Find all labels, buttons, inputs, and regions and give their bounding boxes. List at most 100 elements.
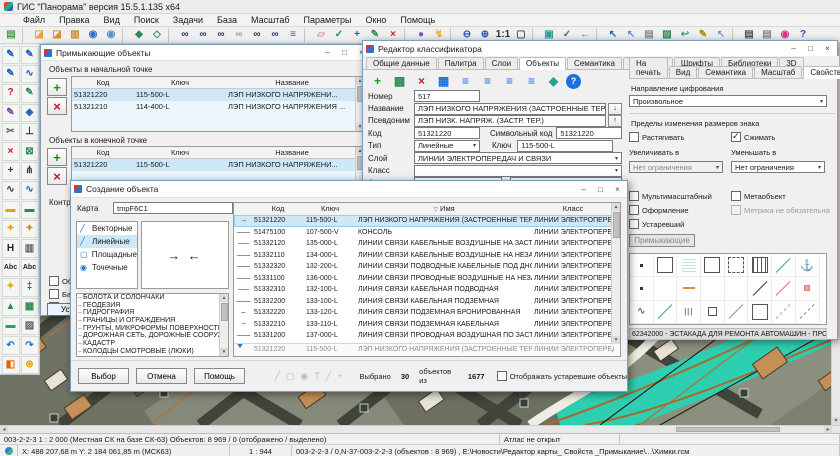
delete-start-object-button[interactable]: ×: [47, 97, 67, 115]
separator[interactable]: [304, 28, 310, 43]
tree-item[interactable]: ГИДРОГРАФИЯ: [77, 309, 220, 317]
key-field[interactable]: 115-500-L: [517, 140, 613, 152]
help-icon[interactable]: ?: [566, 74, 581, 89]
tab[interactable]: Палитра: [438, 57, 484, 69]
table-row[interactable]: – — 51332120 135-000-L ЛИНИИ СВЯЗИ КАБЕЛ…: [234, 238, 612, 250]
tree-item[interactable]: БОЛОТА И СОЛОНЧАКИ: [77, 294, 220, 302]
tab[interactable]: Свойства: [803, 66, 840, 79]
geometry-type-icon[interactable]: ▢: [286, 371, 295, 382]
crosshair-icon[interactable]: +: [2, 162, 20, 180]
pencil-create-icon[interactable]: ✎: [2, 46, 20, 64]
symbol-cell[interactable]: [630, 254, 654, 277]
symbol-cell[interactable]: [654, 301, 678, 324]
tree-item[interactable]: ГЕОДЕЗИЯ: [77, 302, 220, 310]
alias-field[interactable]: ЛЭП НИЗК. НАПРЯЖ. (ЗАСТР. ТЕР.): [414, 115, 606, 127]
terrain-icon[interactable]: ▲: [2, 298, 20, 316]
flag-checkbox[interactable]: Мультимасштабный: [629, 191, 731, 201]
symbol-cell[interactable]: [748, 254, 772, 277]
increase-select[interactable]: Нет ограничения▾: [629, 161, 723, 173]
symbol-cell[interactable]: [796, 254, 820, 277]
symbol-cell[interactable]: [725, 254, 749, 277]
t-junction-icon[interactable]: ⊥: [21, 123, 39, 141]
map-name-field[interactable]: tmpF6C1: [113, 202, 233, 214]
table-row[interactable]: – 51332220 133-120-L ЛИНИЯ СВЯЗИ ПОДЗЕМН…: [234, 307, 612, 319]
table-row[interactable]: → 51321220 115-500-L ЛЭП НИЗКОГО НАПРЯЖЕ…: [234, 215, 612, 227]
create-map-icon[interactable]: ▤: [2, 27, 20, 44]
menu-item[interactable]: Задачи: [166, 15, 210, 25]
list-insert-icon[interactable]: ≡: [478, 72, 497, 90]
tree-item[interactable]: ГРАНИЦЫ И ОГРАЖДЕНИЯ: [77, 317, 220, 325]
move-up-button[interactable]: ↑: [608, 115, 622, 127]
undo-icon[interactable]: ↶: [2, 336, 20, 354]
pencil-green-icon[interactable]: ✎: [21, 84, 39, 102]
geometry-type-icon[interactable]: ╱: [326, 371, 331, 382]
tab[interactable]: Общие данные: [366, 57, 437, 69]
symbol-cell[interactable]: [654, 277, 678, 300]
column-name[interactable]: Название: [226, 77, 358, 88]
table-row[interactable]: - - 51332210 133-110-L ЛИНИЯ СВЯЗИ ПОДЗЕ…: [234, 319, 612, 331]
delete-end-object-button[interactable]: ×: [47, 167, 67, 185]
add-start-object-button[interactable]: +: [47, 78, 67, 96]
move-down-button[interactable]: ↓: [608, 103, 622, 115]
minimize-button[interactable]: –: [321, 48, 334, 57]
direction-select[interactable]: Произвольное▾: [629, 95, 827, 107]
spline-icon[interactable]: ∿: [21, 65, 39, 83]
open-map-icon[interactable]: ◪: [30, 27, 48, 44]
column-name[interactable]: ▽ Имя: [356, 203, 532, 215]
table-row[interactable]: —·— 51332200 133-100-L ЛИНИЯ СВЯЗИ КАБЕЛ…: [234, 296, 612, 308]
menu-item[interactable]: Правка: [52, 15, 96, 25]
symbol-cell[interactable]: [701, 277, 725, 300]
geometry-type-icon[interactable]: T: [314, 371, 320, 381]
layer-select[interactable]: ЛИНИИ ЭЛЕКТРОПЕРЕДАЧ И СВЯЗИ▾: [414, 152, 622, 164]
tab[interactable]: Масштаб: [754, 66, 802, 78]
symbol-cell[interactable]: [748, 277, 772, 300]
filter-icon[interactable]: [236, 344, 244, 355]
minimize-button[interactable]: –: [577, 185, 590, 194]
table-row[interactable]: —— 51475100 107-500-V КОНСОЛЬ ЛИНИИ ЭЛЕК…: [234, 227, 612, 239]
symbol-cell[interactable]: [725, 301, 749, 324]
help-button[interactable]: Помощь: [194, 368, 245, 384]
symbol-cell[interactable]: [725, 277, 749, 300]
search-refresh-icon[interactable]: ∞: [266, 27, 284, 44]
dialog-titlebar[interactable]: Создание объекта – □ ×: [71, 181, 627, 198]
wave-icon[interactable]: ∿: [2, 181, 20, 199]
table-row[interactable]: 51321220 115-500-L ЛЭП НИЗКОГО НАПРЯЖЕНИ…: [72, 89, 364, 101]
search-area-icon[interactable]: ∞: [230, 27, 248, 44]
tree-item[interactable]: КАДАСТР: [77, 340, 220, 348]
legend-icon[interactable]: ◇: [148, 27, 166, 44]
coordinate-system-icon[interactable]: [5, 447, 13, 455]
flag-checkbox[interactable]: Метрика не обязательна: [731, 205, 831, 215]
menu-item[interactable]: Поиск: [127, 15, 166, 25]
dialog-titlebar[interactable]: Редактор классификатора – □ ×: [363, 41, 837, 57]
move-object-icon[interactable]: ◈: [21, 104, 39, 122]
size-checkbox[interactable]: Сжимать: [731, 132, 831, 142]
class-select[interactable]: ▾: [414, 165, 622, 177]
database-icon[interactable]: ▥: [66, 27, 84, 44]
tab[interactable]: Семантика: [698, 66, 753, 78]
tree-scrollbar[interactable]: ▴▾: [219, 294, 228, 356]
menu-item[interactable]: Окно: [358, 15, 393, 25]
table-row[interactable]: – — 51332310 132-100-L ЛИНИЯ СВЯЗИ КАБЕЛ…: [234, 284, 612, 296]
menu-item[interactable]: Параметры: [296, 15, 358, 25]
horizontal-tool-icon[interactable]: H: [2, 239, 20, 257]
size-checkbox[interactable]: Растягивать: [629, 132, 731, 142]
symbol-cell[interactable]: [772, 277, 796, 300]
grid-tool-icon[interactable]: ▥: [21, 239, 39, 257]
tab[interactable]: Вид: [669, 66, 697, 78]
table-header[interactable]: Код Ключ Название: [72, 147, 364, 159]
separator[interactable]: [122, 28, 128, 43]
minimize-button[interactable]: –: [787, 44, 800, 53]
object-type-item[interactable]: ╱Линейные: [77, 235, 137, 248]
wave-edit-icon[interactable]: ∿: [21, 181, 39, 199]
name-field[interactable]: ЛЭП НИЗКОГО НАПРЯЖЕНИЯ (ЗАСТРОЕННЫЕ ТЕРР…: [414, 103, 606, 115]
symcode-field[interactable]: 51321220: [556, 127, 622, 139]
search-name-icon[interactable]: ∞: [194, 27, 212, 44]
geometry-type-icon[interactable]: +: [337, 371, 342, 381]
object-type-item[interactable]: ▢Площадные: [77, 248, 137, 261]
symbol-cell[interactable]: [630, 301, 654, 324]
close-button[interactable]: ×: [821, 44, 834, 53]
select-area-icon[interactable]: ▱: [312, 27, 330, 44]
pencil-edit-icon[interactable]: ✎: [21, 46, 39, 64]
column-name[interactable]: Название: [226, 147, 358, 158]
decrease-select[interactable]: Нет ограничения▾: [731, 161, 825, 173]
